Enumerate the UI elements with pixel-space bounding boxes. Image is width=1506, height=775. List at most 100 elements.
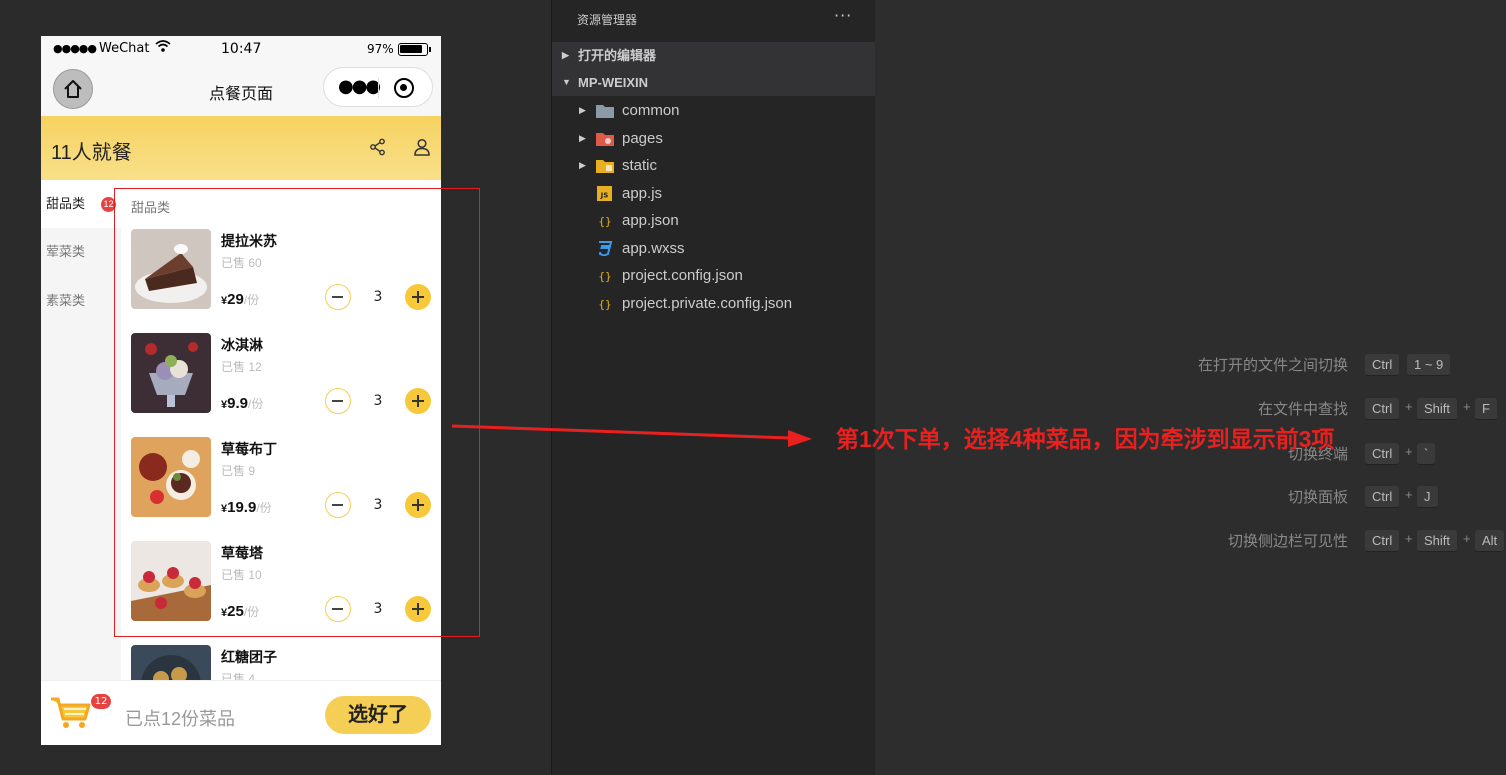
dish-name: 草莓布丁 — [221, 441, 277, 457]
shortcut-key: Ctrl — [1365, 443, 1400, 465]
tree-item-app-json[interactable]: {} app.json — [552, 207, 875, 234]
dish-name: 草莓塔 — [221, 545, 263, 561]
dish-quantity: 3 — [373, 497, 383, 513]
tree-item-project-config[interactable]: {} project.config.json — [552, 262, 875, 289]
dish-sold-count: 已售 4 — [221, 672, 256, 680]
checkout-button[interactable]: 选好了 — [325, 696, 431, 734]
open-editors-section[interactable]: ▶ 打开的编辑器 — [552, 42, 875, 69]
svg-text:{}: {} — [598, 270, 611, 283]
category-item-vegetable[interactable]: 素菜类 — [41, 277, 121, 325]
increase-button[interactable] — [405, 596, 431, 622]
dish-quantity: 3 — [373, 289, 383, 305]
explorer-title: 资源管理器 — [577, 13, 638, 27]
js-file-icon: JS — [597, 186, 612, 201]
key-separator: + — [1405, 399, 1413, 414]
decrease-button[interactable] — [325, 492, 351, 518]
price-value: 19.9 — [227, 499, 257, 516]
shortcut-key: Shift — [1417, 530, 1458, 552]
dish-image — [131, 645, 211, 680]
annotation-text: 第1次下单，选择4种菜品，因为牵涉到显示前3项 — [836, 426, 1335, 452]
category-label: 荤菜类 — [46, 244, 86, 259]
shortcut-key: Ctrl — [1365, 486, 1400, 508]
project-section[interactable]: ▼ MP-WEIXIN — [552, 69, 875, 96]
decrease-button[interactable] — [325, 388, 351, 414]
dish-sold-count: 已售 60 — [221, 256, 262, 270]
shortcut-key: ` — [1417, 443, 1436, 465]
dish-item: 草莓塔 已售 10 ¥25/份 3 — [131, 541, 431, 629]
order-header: 11人就餐 — [41, 116, 441, 180]
tree-item-label: app.js — [622, 185, 663, 202]
dish-sold-count: 已售 12 — [221, 360, 262, 374]
dish-price: ¥25/份 — [221, 603, 259, 620]
close-program-icon[interactable] — [394, 78, 414, 98]
more-actions-icon[interactable]: ··· — [834, 6, 852, 25]
explorer-panel: 资源管理器 ··· ▶ 打开的编辑器 ▼ MP-WEIXIN ▶ common … — [552, 0, 875, 775]
carrier-name: WeChat — [99, 41, 150, 56]
svg-text:{}: {} — [598, 215, 611, 228]
price-unit: /份 — [256, 501, 272, 515]
dish-sold-count: 已售 9 — [221, 464, 256, 478]
tree-item-app-wxss[interactable]: app.wxss — [552, 235, 875, 262]
key-separator: + — [1405, 531, 1413, 546]
shortcut-label: 切换侧边栏可见性 — [1227, 533, 1348, 550]
dish-image — [131, 333, 211, 413]
cart-count-badge: 12 — [91, 694, 111, 709]
phone-screen: ●●●●● WeChat 10:47 97% 点餐页面 ●●● 11人就餐 甜品… — [41, 36, 441, 745]
editor-welcome-area — [875, 0, 1506, 775]
price-unit: /份 — [243, 293, 260, 307]
tree-item-project-private-config[interactable]: {} project.private.config.json — [552, 290, 875, 317]
simulator-panel: ●●●●● WeChat 10:47 97% 点餐页面 ●●● 11人就餐 甜品… — [0, 0, 552, 775]
shopping-cart-icon[interactable] — [49, 695, 93, 731]
static-folder-icon — [596, 160, 614, 173]
increase-button[interactable] — [405, 284, 431, 310]
svg-text:JS: JS — [600, 192, 609, 200]
tree-item-label: static — [622, 157, 658, 174]
shortcut-key: 1 ~ 9 — [1407, 354, 1451, 376]
dish-item: 草莓布丁 已售 9 ¥19.9/份 3 — [131, 437, 431, 525]
chevron-right-icon: ▶ — [562, 50, 569, 60]
mini-program-capsule: ●●● — [323, 67, 433, 107]
tree-item-app-js[interactable]: JS app.js — [552, 180, 875, 207]
dish-quantity: 3 — [373, 393, 383, 409]
shortcut-row: 切换侧边栏可见性 Ctrl + Shift + Alt — [1100, 530, 1506, 552]
category-item-meat[interactable]: 荤菜类 — [41, 228, 121, 276]
dish-name: 提拉米苏 — [221, 233, 277, 249]
increase-button[interactable] — [405, 388, 431, 414]
tree-item-pages[interactable]: ▶ pages — [552, 125, 875, 152]
json-file-icon: {} — [598, 215, 611, 228]
shortcut-key: J — [1417, 486, 1438, 508]
clock: 10:47 — [221, 41, 262, 57]
signal-strength-icon: ●●●●● — [53, 42, 97, 55]
share-icon[interactable] — [369, 138, 387, 156]
decrease-button[interactable] — [325, 596, 351, 622]
shortcut-label: 切换面板 — [1287, 489, 1348, 506]
decrease-button[interactable] — [325, 284, 351, 310]
dish-image — [131, 541, 211, 621]
key-separator: + — [1405, 444, 1413, 459]
user-icon[interactable] — [413, 138, 431, 156]
pages-folder-icon — [596, 133, 614, 146]
more-menu-icon[interactable]: ●●● — [338, 78, 381, 96]
tree-item-common[interactable]: ▶ common — [552, 97, 875, 124]
category-label: 甜品类 — [46, 196, 86, 211]
battery-percent: 97% — [367, 42, 394, 56]
status-bar: ●●●●● WeChat 10:47 97% — [41, 36, 441, 64]
dish-item: 冰淇淋 已售 12 ¥9.9/份 3 — [131, 333, 431, 421]
dish-item: 提拉米苏 已售 60 ¥29/份 3 — [131, 229, 431, 317]
tree-item-label: app.json — [622, 212, 679, 229]
section-title: 甜品类 — [131, 200, 171, 215]
section-label: MP-WEIXIN — [578, 75, 649, 90]
category-badge: 12 — [101, 197, 116, 212]
price-value: 9.9 — [227, 395, 248, 412]
category-item-desserts[interactable]: 甜品类 12 — [41, 180, 121, 228]
price-unit: /份 — [243, 605, 260, 619]
shortcut-row: 在打开的文件之间切换 Ctrl 1 ~ 9 — [1100, 354, 1506, 376]
tree-item-static[interactable]: ▶ static — [552, 152, 875, 179]
diner-count: 11人就餐 — [51, 142, 132, 164]
dish-name: 红糖团子 — [221, 649, 277, 665]
dish-list: 甜品类 提拉米苏 已售 60 ¥29/份 3 冰淇淋 已售 12 ¥9.9/份 — [121, 180, 441, 680]
price-value: 29 — [227, 291, 244, 308]
navigation-bar: 点餐页面 ●●● — [41, 64, 441, 116]
increase-button[interactable] — [405, 492, 431, 518]
json-file-icon: {} — [598, 298, 611, 311]
